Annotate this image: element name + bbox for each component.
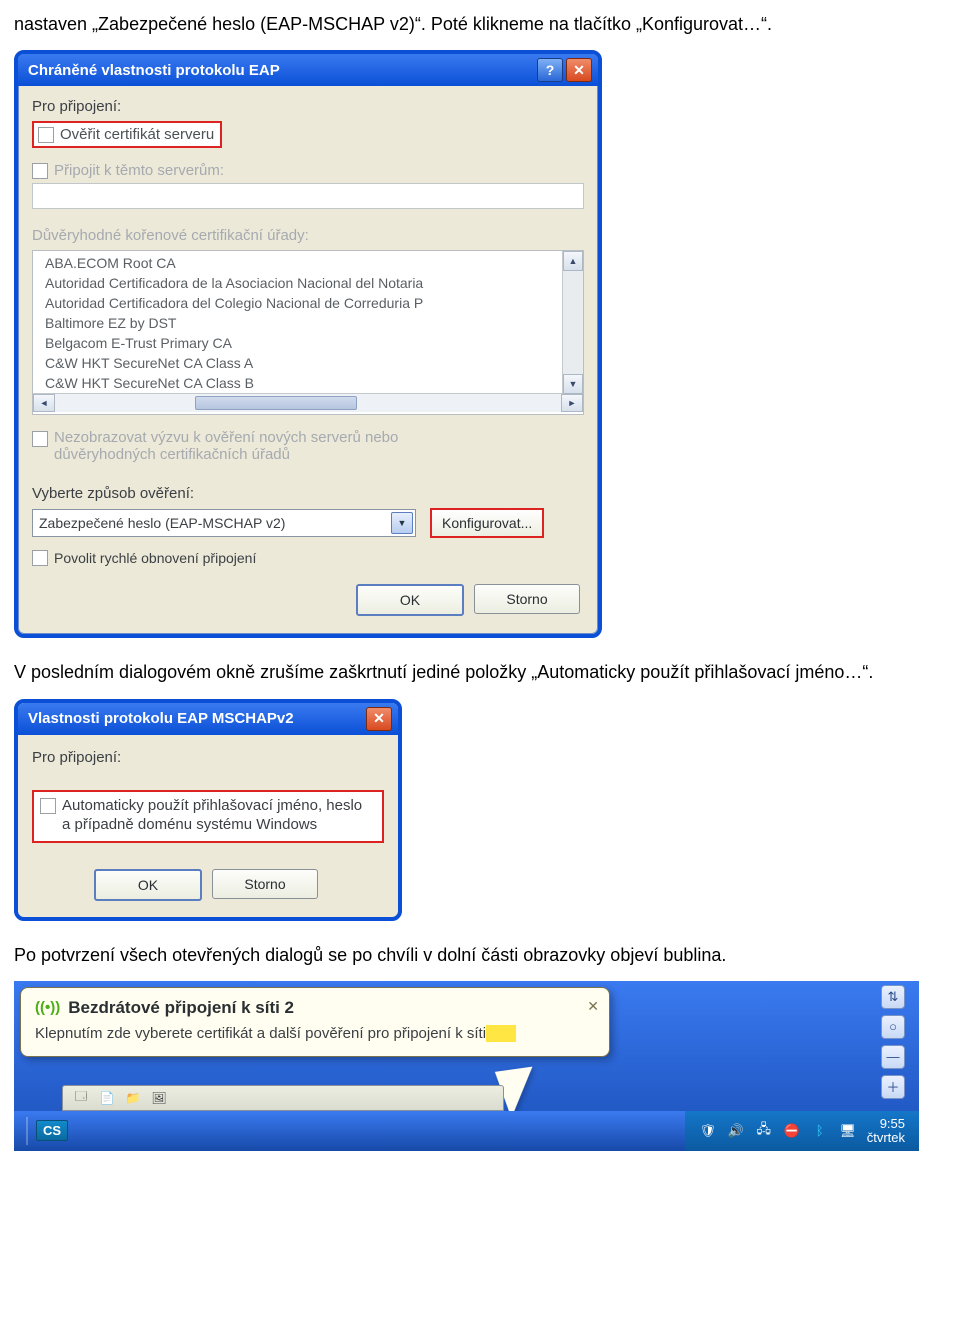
verify-cert-checkbox[interactable]: Ověřit certifikát serveru	[32, 121, 222, 148]
cancel-button[interactable]: Storno	[212, 869, 318, 899]
arrow-up-down-icon[interactable]: ⇅	[881, 985, 905, 1009]
cert-row[interactable]: C&W HKT SecureNet CA Class A	[33, 353, 583, 373]
configure-button[interactable]: Konfigurovat...	[430, 508, 544, 538]
scroll-thumb[interactable]	[195, 396, 357, 410]
verify-cert-label: Ověřit certifikát serveru	[60, 126, 214, 143]
scroll-down-button[interactable]: ▼	[563, 374, 583, 394]
scroll-up-button[interactable]: ▲	[563, 251, 583, 271]
cert-name: Belgacom E-Trust Primary CA	[45, 335, 232, 351]
doc-paragraph-3: Po potvrzení všech otevřených dialogů se…	[14, 943, 946, 967]
checkbox-icon	[32, 550, 48, 566]
clock-day: čtvrtek	[867, 1131, 905, 1145]
tray-volume-icon[interactable]: 🔊	[727, 1122, 745, 1140]
fast-reconnect-label: Povolit rychlé obnovení připojení	[54, 550, 256, 566]
close-button[interactable]: ✕	[366, 707, 392, 731]
tray-monitor-icon[interactable]: 🖥	[839, 1122, 857, 1140]
wireless-icon: ((•))	[35, 999, 60, 1016]
ok-button[interactable]: OK	[356, 584, 464, 616]
balloon-close-icon[interactable]: ✕	[587, 998, 599, 1015]
circle-icon[interactable]: ○	[881, 1015, 905, 1039]
tray-network-icon[interactable]: 🖧	[755, 1122, 773, 1140]
auto-use-label: Automaticky použít přihlašovací jméno, h…	[62, 796, 374, 835]
checkbox-icon	[32, 163, 48, 179]
system-tray[interactable]: 🛡 🔊 🖧 ⛔ ᛒ 🖥 9:55 čtvrtek	[685, 1111, 919, 1151]
eap-properties-dialog: Chráněné vlastnosti protokolu EAP ? ✕ Pr…	[14, 50, 602, 638]
document-icon: 📄	[99, 1090, 115, 1106]
checkbox-icon	[40, 798, 56, 814]
connect-servers-input	[32, 183, 584, 209]
mschapv2-properties-dialog: Vlastnosti protokolu EAP MSCHAPv2 ✕ Pro …	[14, 699, 402, 921]
no-prompt-label: Nezobrazovat výzvu k ověření nových serv…	[54, 429, 484, 463]
cert-row[interactable]: Baltimore EZ by DST	[33, 313, 583, 333]
checkbox-icon	[38, 127, 54, 143]
taskbar-area: ((•)) Bezdrátové připojení k síti 2 ✕ Kl…	[14, 981, 919, 1151]
doc-paragraph-2: V posledním dialogovém okně zrušíme zašk…	[14, 660, 946, 684]
cert-row[interactable]: Belgacom E-Trust Primary CA	[33, 333, 583, 353]
label-for-connection: Pro připojení:	[32, 98, 584, 115]
close-button[interactable]: ✕	[566, 58, 592, 82]
vertical-scrollbar[interactable]: ▲ ▼	[562, 251, 583, 394]
taskbar-clock[interactable]: 9:55 čtvrtek	[867, 1117, 905, 1146]
cert-row[interactable]: Autoridad Certificadora del Colegio Naci…	[33, 293, 583, 313]
scroll-track[interactable]	[55, 394, 561, 412]
cert-name: Baltimore EZ by DST	[45, 315, 176, 331]
connect-servers-checkbox: Připojit k těmto serverům:	[32, 162, 584, 179]
auth-method-value: Zabezpečené heslo (EAP-MSCHAP v2)	[39, 515, 285, 531]
cert-name: C&W HKT SecureNet CA Class B	[45, 375, 254, 391]
connect-servers-label: Připojit k těmto serverům:	[54, 162, 224, 179]
window-icon: 🗔	[73, 1090, 89, 1106]
no-prompt-checkbox: Nezobrazovat výzvu k ověření nových serv…	[32, 429, 584, 463]
help-button[interactable]: ?	[537, 58, 563, 82]
cert-row[interactable]: C&W HKT SecureNet CA Class B	[33, 373, 583, 393]
auto-use-credentials-checkbox[interactable]: Automaticky použít přihlašovací jméno, h…	[32, 790, 384, 843]
dialog-title: Chráněné vlastnosti protokolu EAP	[24, 62, 534, 79]
dash-icon[interactable]: —	[881, 1045, 905, 1069]
trusted-roots-label: Důvěryhodné kořenové certifikační úřady:	[32, 227, 584, 244]
image-icon: 🖼	[151, 1090, 167, 1106]
minimized-window-preview[interactable]: 🗔 📄 📁 🖼	[62, 1085, 504, 1111]
titlebar[interactable]: Vlastnosti protokolu EAP MSCHAPv2 ✕	[18, 703, 398, 735]
fast-reconnect-checkbox[interactable]: Povolit rychlé obnovení připojení	[32, 550, 584, 566]
tray-bluetooth-icon[interactable]: ᛒ	[811, 1122, 829, 1140]
cert-row[interactable]: Autoridad Certificadora de la Asociacion…	[33, 273, 583, 293]
notification-balloon[interactable]: ((•)) Bezdrátové připojení k síti 2 ✕ Kl…	[20, 987, 610, 1057]
cert-name: ABA.ECOM Root CA	[45, 255, 176, 271]
cert-row[interactable]: ABA.ECOM Root CA	[33, 253, 583, 273]
doc-paragraph-1: nastaven „Zabezpečené heslo (EAP-MSCHAP …	[14, 12, 946, 36]
tray-shield-icon[interactable]: 🛡	[699, 1122, 717, 1140]
taskbar[interactable]: CS 🛡 🔊 🖧 ⛔ ᛒ 🖥 9:55 čtvrtek	[14, 1111, 919, 1151]
titlebar[interactable]: Chráněné vlastnosti protokolu EAP ? ✕	[18, 54, 598, 86]
balloon-text: Klepnutím zde vyberete certifikát a dalš…	[35, 1025, 486, 1042]
cert-name: Autoridad Certificadora del Colegio Naci…	[45, 295, 423, 311]
horizontal-scrollbar[interactable]: ◄ ►	[33, 393, 583, 412]
plus-icon[interactable]: ＋	[881, 1075, 905, 1099]
tray-warning-icon[interactable]: ⛔	[783, 1122, 801, 1140]
dialog-title: Vlastnosti protokolu EAP MSCHAPv2	[24, 710, 363, 727]
checkbox-icon	[32, 431, 48, 447]
balloon-highlight	[486, 1025, 516, 1042]
cert-name: Autoridad Certificadora de la Asociacion…	[45, 275, 423, 291]
balloon-title: Bezdrátové připojení k síti 2	[68, 998, 294, 1018]
scroll-left-button[interactable]: ◄	[33, 394, 55, 412]
select-auth-label: Vyberte způsob ověření:	[32, 485, 584, 502]
trusted-root-ca-list[interactable]: ABA.ECOM Root CA Autoridad Certificadora…	[32, 250, 584, 415]
ok-button[interactable]: OK	[94, 869, 202, 901]
balloon-body: Klepnutím zde vyberete certifikát a dalš…	[35, 1024, 595, 1044]
language-indicator[interactable]: CS	[36, 1120, 68, 1141]
desk-side-icons: ⇅ ○ — ＋	[873, 985, 913, 1099]
auth-method-dropdown[interactable]: Zabezpečené heslo (EAP-MSCHAP v2) ▼	[32, 509, 416, 537]
taskbar-divider	[26, 1117, 28, 1145]
folder-icon: 📁	[125, 1090, 141, 1106]
dropdown-arrow-icon[interactable]: ▼	[391, 512, 413, 534]
scroll-right-button[interactable]: ►	[561, 394, 583, 412]
cancel-button[interactable]: Storno	[474, 584, 580, 614]
clock-time: 9:55	[867, 1117, 905, 1131]
label-for-connection: Pro připojení:	[32, 749, 384, 766]
cert-name: C&W HKT SecureNet CA Class A	[45, 355, 253, 371]
